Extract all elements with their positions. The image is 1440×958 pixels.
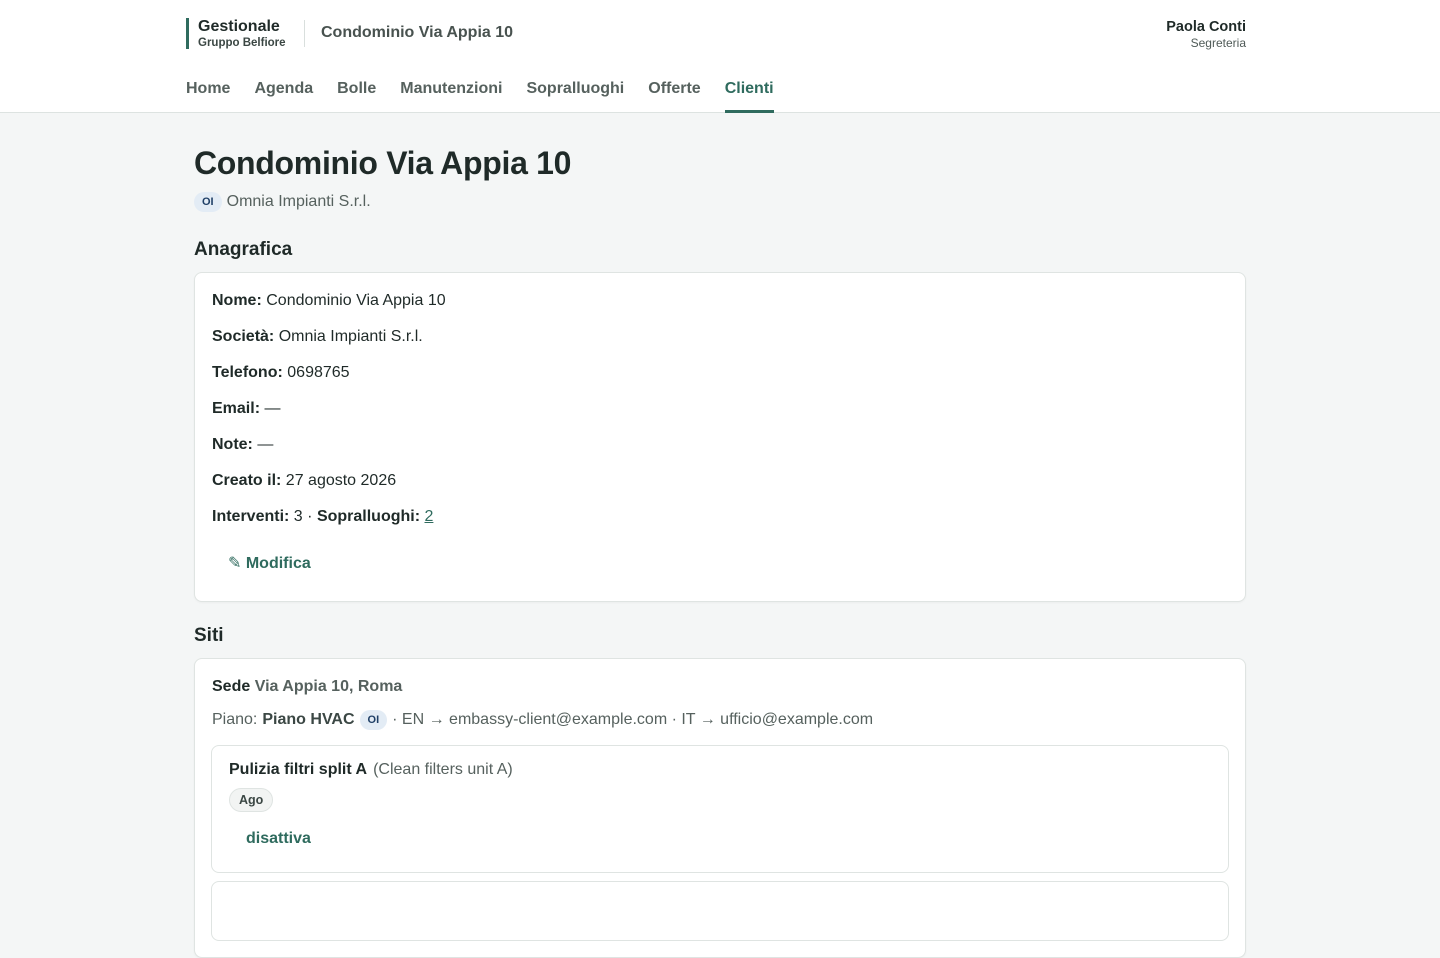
task-card: Pulizia filtri split A (Clean filters uni… <box>211 745 1229 873</box>
nav-item-home[interactable]: Home <box>186 76 230 113</box>
field-label: Società: <box>212 328 275 345</box>
field-societa: Società: Omnia Impianti S.r.l. <box>212 328 423 346</box>
field-creato: Creato il: 27 agosto 2026 <box>212 472 396 490</box>
sopralluoghi-label: Sopralluoghi: <box>316 508 421 525</box>
field-label: Note: <box>212 436 253 453</box>
edit-button[interactable]: ✎ Modifica <box>228 553 311 573</box>
nav-item-manutenzioni[interactable]: Manutenzioni <box>400 76 502 113</box>
field-label: Nome: <box>212 292 262 309</box>
separator: · <box>307 508 313 525</box>
field-value: Condominio Via Appia 10 <box>266 292 446 309</box>
task-title-line: Pulizia filtri split A (Clean filters uni… <box>229 761 513 779</box>
field-value: 0698765 <box>287 364 350 381</box>
site-header: Sede Via Appia 10, Roma <box>212 678 402 696</box>
field-value: — <box>264 400 281 417</box>
section-title-siti: Siti <box>194 625 224 646</box>
anagrafica-card: Nome: Condominio Via Appia 10 Società: O… <box>194 272 1246 602</box>
main-nav: Home Agenda Bolle Manutenzioni Sopralluo… <box>186 76 774 113</box>
nav-item-sopralluoghi[interactable]: Sopralluoghi <box>526 76 624 113</box>
user-menu[interactable]: Paola Conti Segreteria <box>1166 18 1246 50</box>
brand-subtitle: Gruppo Belfiore <box>198 37 286 49</box>
piano-label: Piano: <box>212 711 258 728</box>
brand-title: Gestionale <box>198 18 280 35</box>
nav-item-bolle[interactable]: Bolle <box>337 76 376 113</box>
piano-name: Piano HVAC <box>262 711 355 728</box>
field-nome: Nome: Condominio Via Appia 10 <box>212 292 446 310</box>
company-badge: OI <box>194 192 222 212</box>
field-value: Omnia Impianti S.r.l. <box>278 328 423 345</box>
field-value: — <box>257 436 274 453</box>
nav-item-agenda[interactable]: Agenda <box>254 76 313 113</box>
section-title-anagrafica: Anagrafica <box>194 239 293 260</box>
field-label: Email: <box>212 400 261 417</box>
site-address: Via Appia 10, Roma <box>254 678 403 695</box>
field-note: Note: — <box>212 436 273 454</box>
sopralluoghi-link[interactable]: 2 <box>425 508 434 525</box>
app-header: Gestionale Gruppo Belfiore Condominio Vi… <box>0 0 1440 113</box>
month-chip: Ago <box>229 788 274 812</box>
task-title: Pulizia filtri split A <box>229 761 368 778</box>
company-name: Omnia Impianti S.r.l. <box>226 193 371 210</box>
field-counts: Interventi: 3 · Sopralluoghi: 2 <box>212 508 433 526</box>
context-title: Condominio Via Appia 10 <box>321 24 514 41</box>
disable-button[interactable]: disattiva <box>246 830 311 848</box>
user-role: Segreteria <box>1190 36 1246 50</box>
user-name: Paola Conti <box>1166 19 1246 35</box>
field-label: Creato il: <box>212 472 282 489</box>
company-line: OI Omnia Impianti S.r.l. <box>194 192 371 212</box>
piano-badge: OI <box>359 710 388 730</box>
nav-item-clienti[interactable]: Clienti <box>724 76 774 113</box>
interventi-label: Interventi: <box>212 508 290 525</box>
piano-line: Piano: Piano HVAC OI · EN → embassy-clie… <box>212 710 873 730</box>
piano-routing: · EN → embassy-client@example.com · IT →… <box>392 711 874 728</box>
field-value: 27 agosto 2026 <box>285 472 397 489</box>
interventi-value: 3 <box>293 508 303 525</box>
field-telefono: Telefono: 0698765 <box>212 364 350 382</box>
header-divider <box>304 20 305 47</box>
nav-item-offerte[interactable]: Offerte <box>648 76 700 113</box>
site-label: Sede <box>212 678 251 695</box>
task-title-en: (Clean filters unit A) <box>373 761 513 778</box>
page-title: Condominio Via Appia 10 <box>194 145 572 181</box>
task-card-next <box>211 881 1229 941</box>
field-email: Email: — <box>212 400 280 418</box>
site-card: Sede Via Appia 10, Roma Piano: Piano HVA… <box>194 658 1246 958</box>
field-label: Telefono: <box>212 364 283 381</box>
brand-logo[interactable]: Gestionale Gruppo Belfiore <box>186 18 286 49</box>
